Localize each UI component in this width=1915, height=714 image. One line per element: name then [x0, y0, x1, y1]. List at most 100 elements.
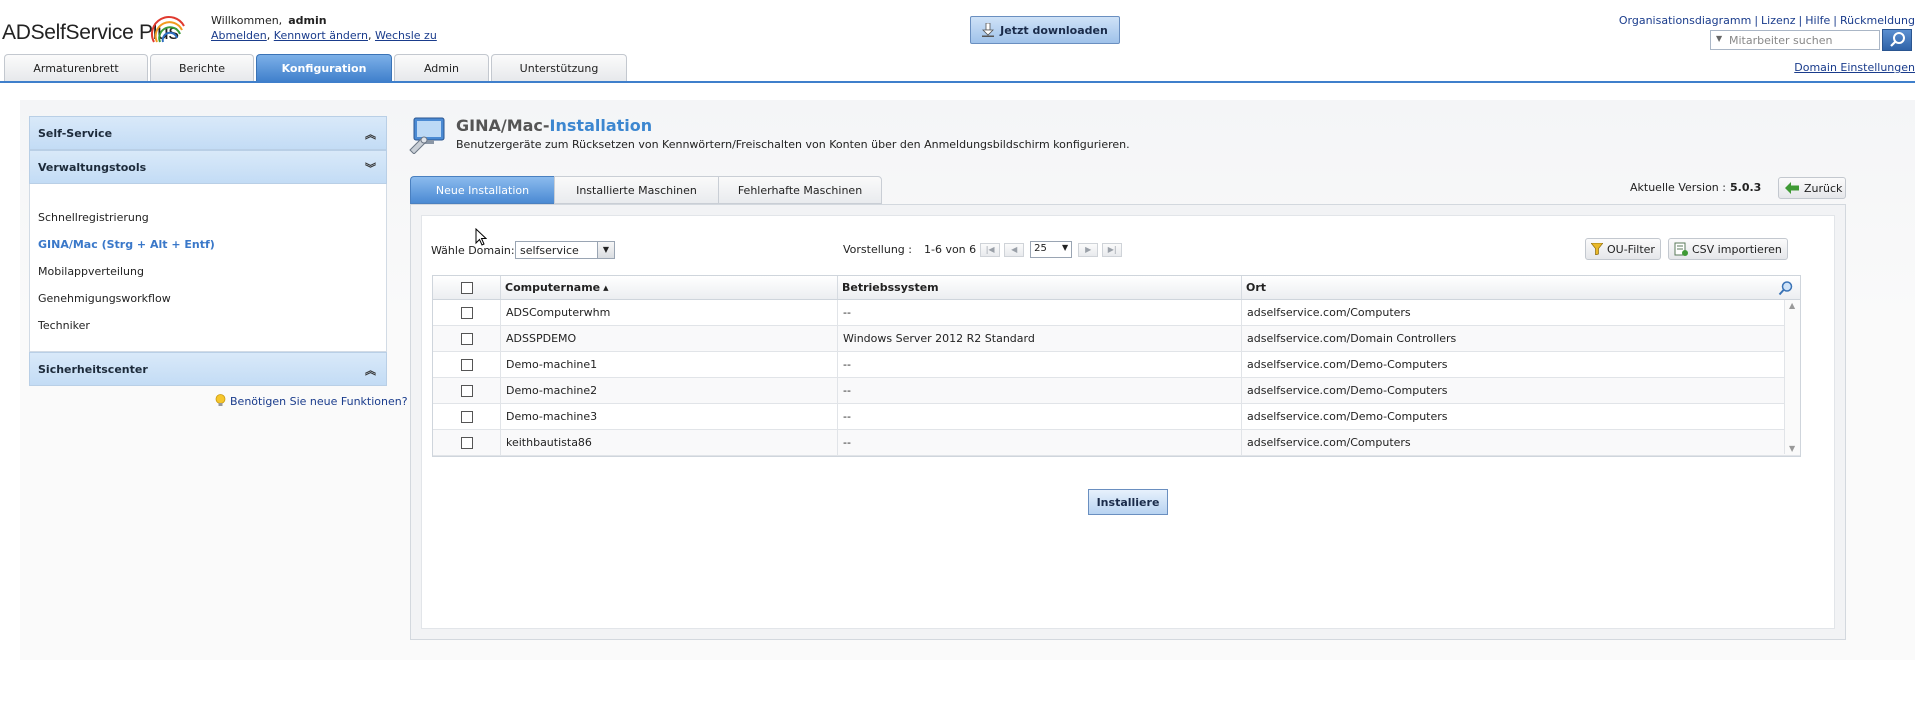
tab-label: Admin	[423, 62, 460, 75]
row-checkbox[interactable]	[460, 332, 473, 345]
column-os[interactable]: Betriebssystem	[838, 276, 1242, 299]
tab-label: Berichte	[179, 62, 225, 75]
prev-page-button[interactable]: ◀	[1004, 242, 1025, 257]
cell-computer-name: Demo-machine2	[501, 378, 838, 403]
download-label: Jetzt downloaden	[1000, 23, 1108, 37]
cell-os: --	[838, 404, 1242, 429]
sidebar-item-quick-enrollment[interactable]: Schnellregistrierung	[38, 204, 386, 231]
chevron-up-icon[interactable]: ︽	[365, 362, 376, 378]
domain-settings-link[interactable]: Domain Einstellungen	[1794, 61, 1915, 74]
sidebar-section-self-service[interactable]: Self-Service ︽	[29, 116, 387, 150]
employee-search-button[interactable]	[1882, 29, 1912, 51]
change-password-link[interactable]: Kennwort ändern	[274, 29, 368, 42]
row-checkbox[interactable]	[460, 410, 473, 423]
cell-computer-name: Demo-machine1	[501, 352, 838, 377]
table-scrollbar[interactable]: ▲ ▼	[1784, 300, 1800, 454]
cell-computer-name: Demo-machine3	[501, 404, 838, 429]
select-all-checkbox[interactable]	[460, 281, 473, 294]
row-select-cell	[433, 404, 501, 429]
user-links: Abmelden, Kennwort ändern, Wechsle zu	[211, 29, 437, 42]
main-content: GINA/Mac-Installation Benutzergeräte zum…	[408, 108, 1846, 640]
tab-support[interactable]: Unterstützung	[491, 54, 627, 82]
cell-computer-name: ADSSPDEMO	[501, 326, 838, 351]
row-select-cell	[433, 378, 501, 403]
employee-search-input[interactable]: ▼ Mitarbeiter suchen	[1710, 30, 1880, 50]
chevron-down-icon[interactable]: ▼	[597, 242, 614, 258]
sidebar-item-gina-mac[interactable]: GINA/Mac (Strg + Alt + Entf)	[38, 231, 386, 258]
user-name: admin	[288, 14, 327, 27]
install-button[interactable]: Installiere	[1088, 489, 1168, 515]
filter-icon	[1591, 243, 1603, 255]
install-label: Installiere	[1096, 495, 1160, 509]
tab-dashboard[interactable]: Armaturenbrett	[4, 54, 148, 82]
pager-label: Vorstellung :	[843, 243, 912, 256]
back-button[interactable]: Zurück	[1778, 177, 1846, 199]
ou-filter-button[interactable]: OU-Filter	[1585, 238, 1661, 260]
scroll-down-icon[interactable]: ▼	[1789, 444, 1795, 453]
org-chart-link[interactable]: Organisationsdiagramm	[1619, 14, 1751, 27]
tab-label: Unterstützung	[519, 62, 599, 75]
welcome-text: Willkommen, admin	[211, 14, 327, 27]
row-checkbox[interactable]	[460, 436, 473, 449]
tab-configuration[interactable]: Konfiguration	[256, 54, 392, 82]
table-row[interactable]: Demo-machine1 -- adselfservice.com/Demo-…	[433, 352, 1800, 378]
feedback-link[interactable]: Rückmeldung	[1840, 14, 1915, 27]
tab-new-installation[interactable]: Neue Installation	[410, 176, 554, 204]
sort-asc-icon: ▲	[603, 283, 609, 292]
table-row[interactable]: Demo-machine2 -- adselfservice.com/Demo-…	[433, 378, 1800, 404]
first-page-button[interactable]: |◀	[980, 242, 1001, 257]
table-row[interactable]: ADSComputerwhm -- adselfservice.com/Comp…	[433, 300, 1800, 326]
csv-import-button[interactable]: CSV importieren	[1668, 238, 1788, 260]
computers-table: Computername ▲ Betriebssystem Ort ADSComp…	[432, 275, 1801, 457]
chevron-down-icon[interactable]: ︾	[365, 160, 376, 176]
tab-installed-machines[interactable]: Installierte Maschinen	[554, 176, 718, 204]
main-tabs: Armaturenbrett Berichte Konfiguration Ad…	[4, 54, 627, 82]
table-row[interactable]: ADSSPDEMO Windows Server 2012 R2 Standar…	[433, 326, 1800, 352]
license-link[interactable]: Lizenz	[1761, 14, 1795, 27]
sidebar-section-admin-tools[interactable]: Verwaltungstools ︾	[29, 150, 387, 184]
back-label: Zurück	[1804, 181, 1843, 195]
sidebar-item-approval-workflow[interactable]: Genehmigungsworkflow	[38, 285, 386, 312]
tab-reports[interactable]: Berichte	[150, 54, 254, 82]
sidebar-item-technicians[interactable]: Techniker	[38, 312, 386, 339]
sidebar-section-security-center[interactable]: Sicherheitscenter ︽	[29, 352, 387, 386]
welcome-label: Willkommen,	[211, 14, 283, 27]
row-checkbox[interactable]	[460, 358, 473, 371]
table-search-icon[interactable]	[1778, 280, 1794, 296]
switch-to-link[interactable]: Wechsle zu	[375, 29, 437, 42]
column-location[interactable]: Ort	[1242, 276, 1785, 299]
row-checkbox[interactable]	[460, 384, 473, 397]
per-page-select[interactable]: 25 ▼	[1030, 241, 1073, 258]
column-computer-name[interactable]: Computername ▲	[501, 276, 838, 299]
next-page-button[interactable]: ▶	[1078, 242, 1099, 257]
title-prefix: GINA/Mac-	[456, 116, 550, 135]
tabs-underline	[0, 81, 1915, 83]
table-row[interactable]: keithbautista86 -- adselfservice.com/Com…	[433, 430, 1800, 456]
column-label: Betriebssystem	[842, 281, 939, 294]
domain-select[interactable]: selfservice ▼	[515, 241, 615, 259]
logout-link[interactable]: Abmelden	[211, 29, 267, 42]
back-arrow-icon	[1785, 182, 1799, 194]
last-page-button[interactable]: ▶|	[1102, 242, 1123, 257]
help-link[interactable]: Hilfe	[1805, 14, 1830, 27]
subtab-label: Installierte Maschinen	[576, 183, 697, 197]
download-button[interactable]: Jetzt downloaden	[970, 16, 1120, 44]
row-select-cell	[433, 352, 501, 377]
version-label: Aktuelle Version :	[1630, 181, 1726, 194]
row-checkbox[interactable]	[460, 306, 473, 319]
search-dropdown-icon[interactable]: ▼	[1716, 34, 1722, 43]
mouse-cursor-icon	[475, 228, 487, 246]
scroll-up-icon[interactable]: ▲	[1789, 301, 1795, 310]
tab-admin[interactable]: Admin	[394, 54, 489, 82]
chevron-up-icon[interactable]: ︽	[365, 126, 376, 142]
sidebar-item-mobile-app-deployment[interactable]: Mobilappverteilung	[38, 258, 386, 285]
table-row[interactable]: Demo-machine3 -- adselfservice.com/Demo-…	[433, 404, 1800, 430]
section-label: Sicherheitscenter	[38, 362, 148, 376]
subtab-label: Fehlerhafte Maschinen	[737, 183, 863, 197]
tab-failed-machines[interactable]: Fehlerhafte Maschinen	[718, 176, 882, 204]
version-value: 5.0.3	[1729, 181, 1762, 194]
new-features-link[interactable]: Benötigen Sie neue Funktionen?	[215, 394, 408, 408]
new-features-label: Benötigen Sie neue Funktionen?	[230, 395, 408, 408]
search-icon	[1890, 32, 1905, 47]
gina-install-icon	[409, 117, 445, 154]
